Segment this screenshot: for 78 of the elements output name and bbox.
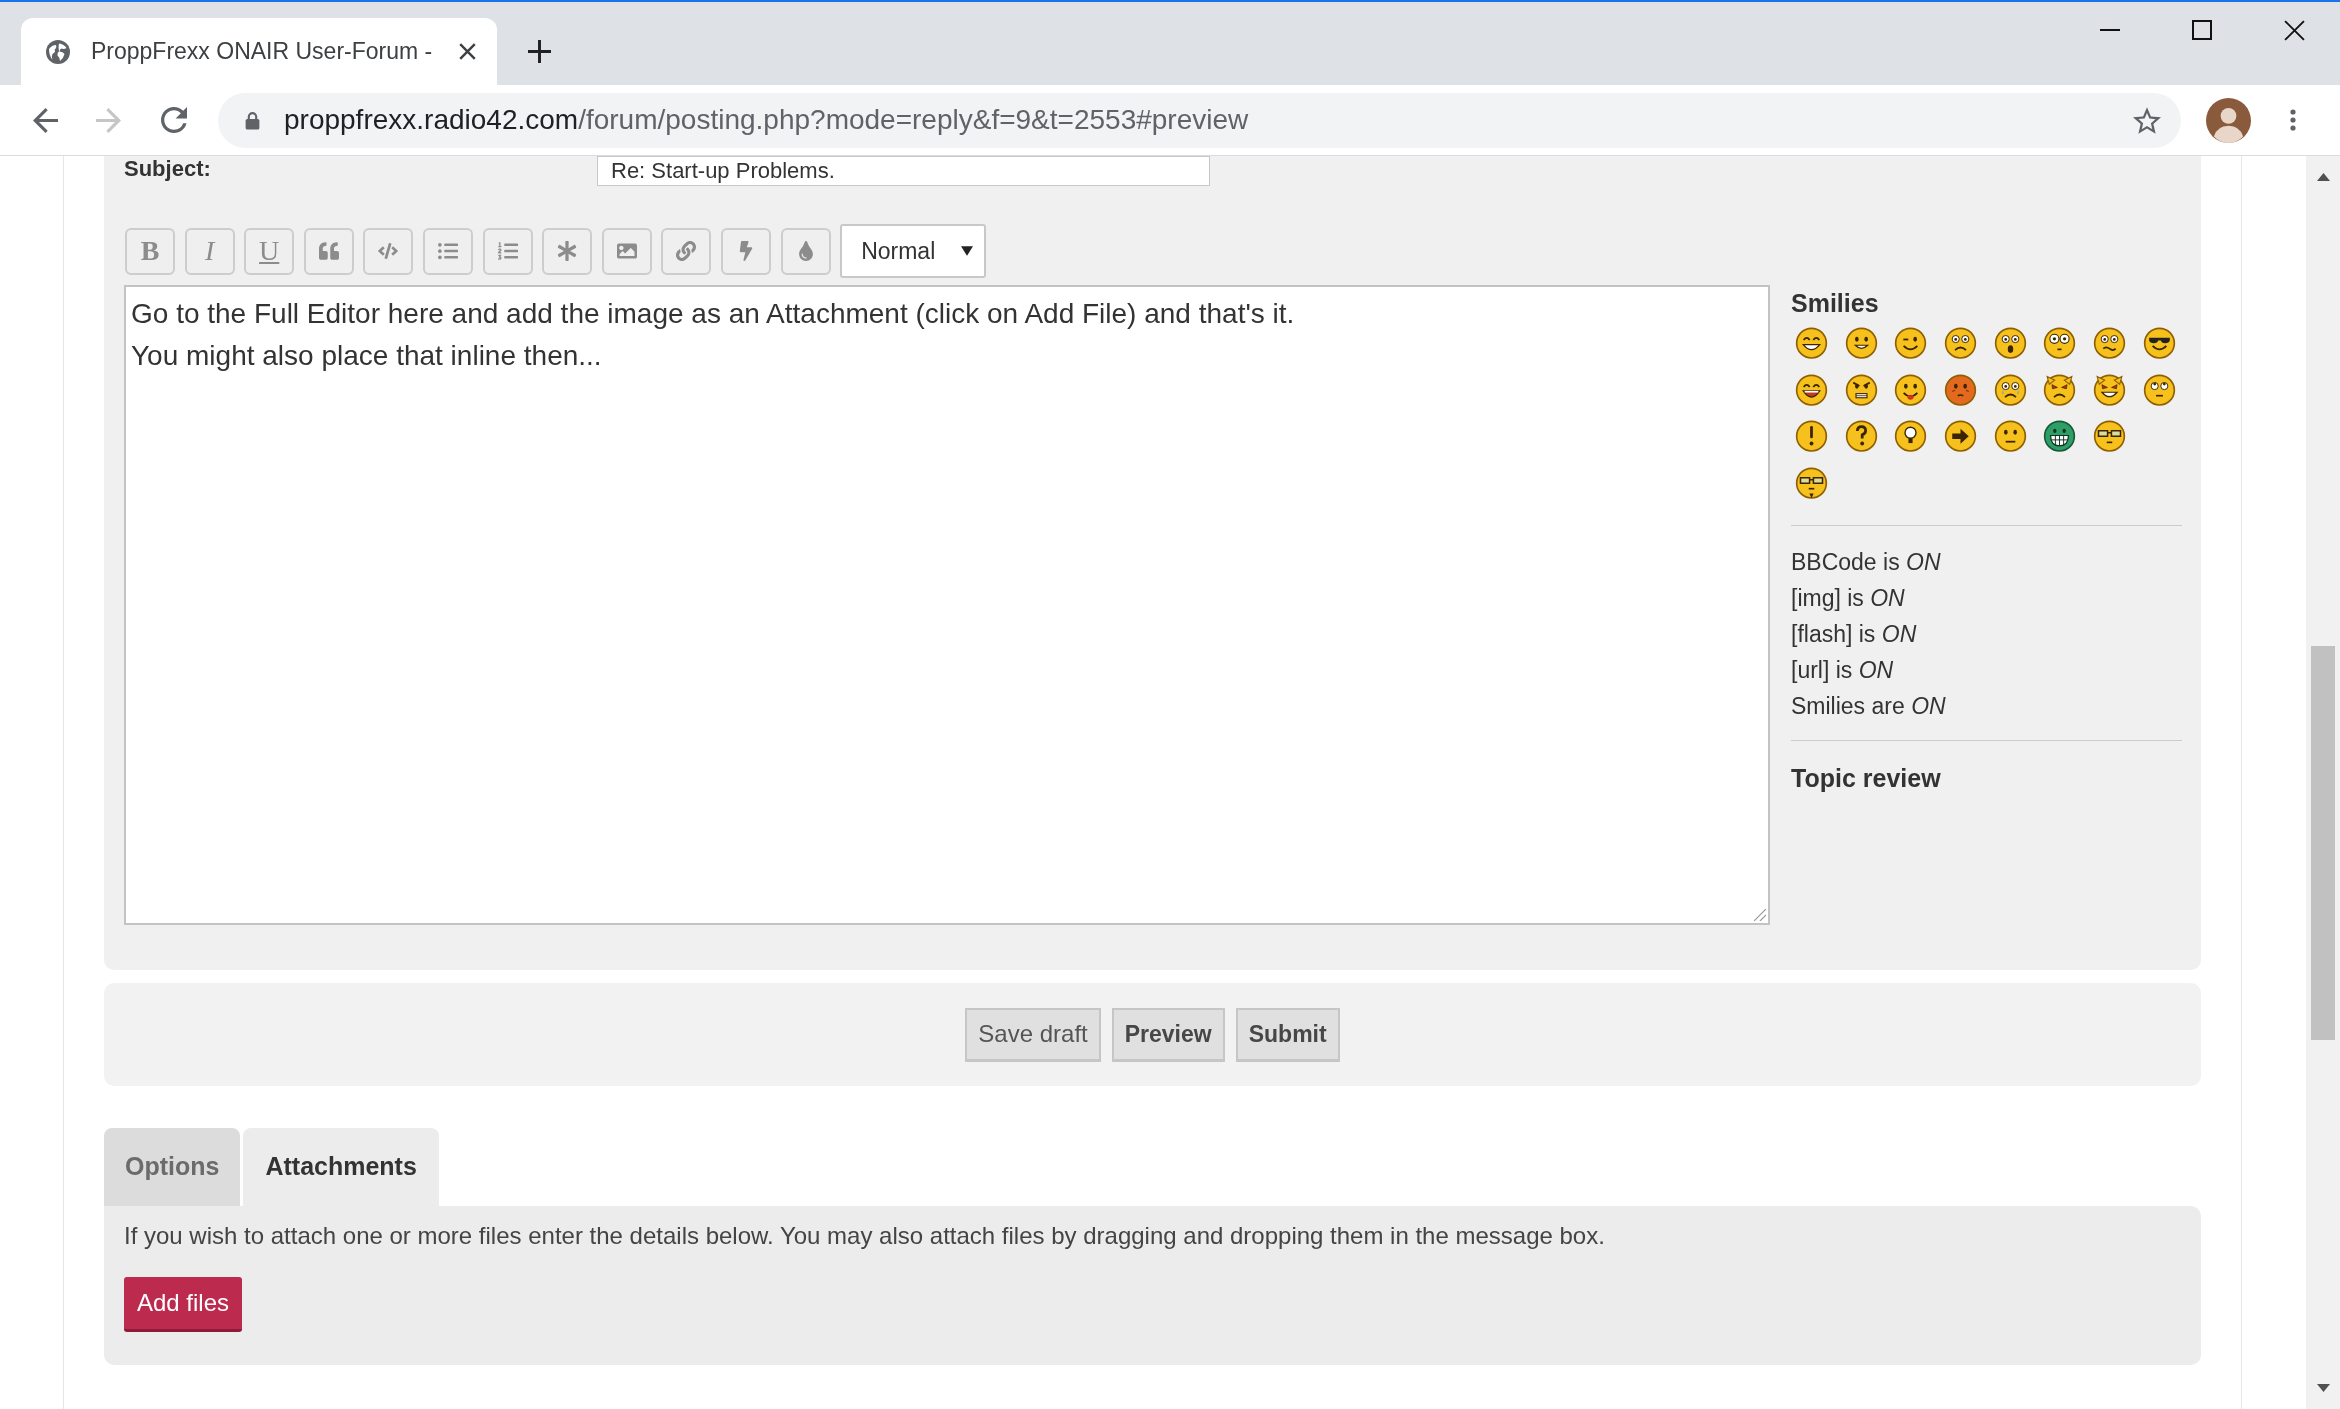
bullet-list-icon [437, 241, 458, 261]
message-textarea[interactable]: Go to the Full Editor here and add the image as an Attachment (click on Add File) and that's it. You might also place that inline then... [124, 285, 1770, 925]
smiling-face-icon[interactable] [1844, 326, 1878, 359]
back-arrow-icon[interactable] [33, 107, 58, 133]
option-status-text: [flash] is ON [1791, 619, 1918, 649]
form-action-button[interactable]: Preview [1111, 1007, 1225, 1062]
globe-icon [46, 39, 70, 64]
surprised-face-icon[interactable] [1993, 326, 2027, 359]
wide-eyed-face-icon[interactable] [2043, 326, 2077, 359]
browser-tab[interactable]: ProppFrexx ONAIR User-Forum - [21, 18, 497, 85]
angry-face-icon[interactable] [1844, 372, 1878, 406]
resize-handle-icon[interactable] [1754, 909, 1766, 921]
glasses-goatee-face-icon[interactable] [1795, 465, 1828, 499]
blushing-face-icon[interactable] [1944, 372, 1978, 406]
code-button[interactable] [363, 227, 414, 275]
eye-roll-face-icon[interactable] [2142, 372, 2176, 406]
question-face-icon[interactable] [1844, 419, 1878, 452]
sad-face-icon[interactable] [1944, 326, 1978, 359]
confused-face-icon[interactable] [2093, 326, 2127, 359]
menu-dots-icon[interactable] [2290, 109, 2296, 131]
subject-field[interactable]: Re: Start-up Problems. [597, 156, 1210, 186]
add-files-button[interactable]: Add files [124, 1277, 242, 1332]
link-icon [676, 241, 697, 261]
flash-button[interactable] [720, 227, 771, 275]
exclamation-face-icon[interactable] [1795, 419, 1828, 452]
scroll-up-arrow-icon[interactable] [2316, 173, 2330, 181]
link-button[interactable] [661, 227, 712, 275]
close-icon[interactable] [459, 43, 476, 60]
quote-icon [318, 241, 339, 261]
close-icon[interactable] [2283, 19, 2305, 41]
tongue-out-face-icon[interactable] [1894, 372, 1928, 406]
avatar-icon[interactable] [2206, 97, 2251, 143]
toothy-grin-face-icon[interactable] [2043, 419, 2077, 452]
url-text: proppfrexx.radio42.com/forum/posting.php?mode=reply&f=9&t=2553#preview [284, 103, 1249, 137]
color-button[interactable] [780, 227, 831, 275]
lock-icon [245, 110, 260, 130]
attachments-hint: If you wish to attach one or more files enter the details below. You may also attach files by dragging and dropping them in the message box. [124, 1222, 1605, 1250]
address-bar[interactable]: proppfrexx.radio42.com/forum/posting.php?mode=reply&f=9&t=2553#preview [218, 92, 2181, 148]
sunglasses-face-icon[interactable] [2142, 326, 2176, 359]
topic-review-heading: Topic review [1791, 763, 1942, 792]
lightbulb-face-icon[interactable] [1894, 419, 1928, 452]
font-size-select[interactable]: Normal [840, 224, 987, 278]
panel-tab[interactable]: Options [104, 1128, 241, 1206]
form-action-button[interactable]: Save draft [965, 1007, 1101, 1062]
panel-tab[interactable]: Attachments [243, 1128, 439, 1206]
code-icon [378, 241, 399, 261]
tab-title: ProppFrexx ONAIR User-Forum - [91, 37, 433, 67]
form-action-button[interactable]: Submit [1235, 1007, 1340, 1062]
scroll-down-arrow-icon[interactable] [2316, 1384, 2330, 1392]
laughing-face-icon[interactable] [1795, 372, 1828, 406]
numbered-list-icon [497, 241, 518, 261]
glasses-face-icon[interactable] [2093, 419, 2127, 452]
reload-icon[interactable] [161, 107, 187, 133]
grinning-devil-face-icon[interactable] [2093, 372, 2127, 406]
asterisk-icon [557, 241, 578, 261]
smilies-heading: Smilies [1791, 289, 1880, 317]
neutral-face-icon[interactable] [1993, 419, 2027, 452]
subject-label: Subject: [124, 156, 212, 183]
quote-button[interactable] [303, 227, 354, 275]
image-button[interactable] [601, 227, 652, 275]
devil-face-icon[interactable] [2043, 372, 2077, 406]
caret-icon [961, 246, 974, 256]
image-icon [616, 241, 637, 261]
grinning-face-icon[interactable] [1795, 326, 1828, 359]
list-item-button[interactable] [542, 227, 593, 275]
option-status-text: [img] is ON [1791, 583, 1906, 613]
new-tab-plus-icon[interactable] [528, 40, 551, 63]
arrow-face-icon[interactable] [1944, 419, 1978, 452]
scrollbar-thumb[interactable] [2311, 646, 2335, 1040]
numbered-list-button[interactable] [482, 227, 533, 275]
crying-face-icon[interactable] [1993, 372, 2027, 406]
option-status-text: Smilies are ON [1791, 691, 1947, 721]
option-status-text: BBCode is ON [1791, 547, 1942, 577]
bullet-list-button[interactable] [422, 227, 473, 275]
option-status-text: [url] is ON [1791, 655, 1895, 685]
maximize-icon[interactable] [2192, 20, 2212, 40]
bookmark-star-icon[interactable] [2133, 106, 2161, 134]
winking-face-icon[interactable] [1894, 326, 1928, 359]
